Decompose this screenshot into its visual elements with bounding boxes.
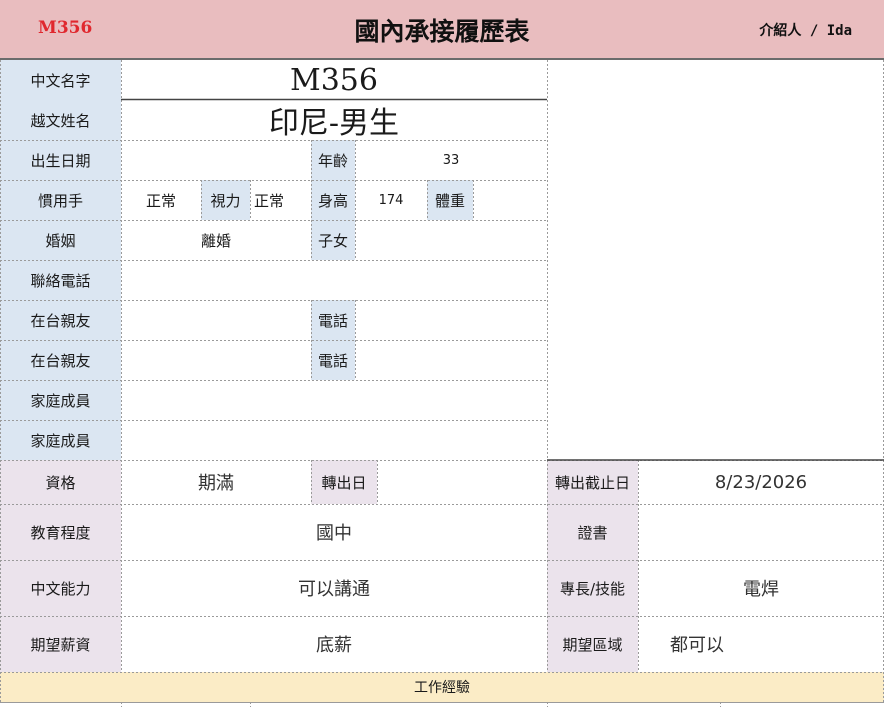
solid-rules xyxy=(121,98,884,461)
dotted-gridlines xyxy=(0,60,884,707)
table-grid xyxy=(0,60,884,707)
